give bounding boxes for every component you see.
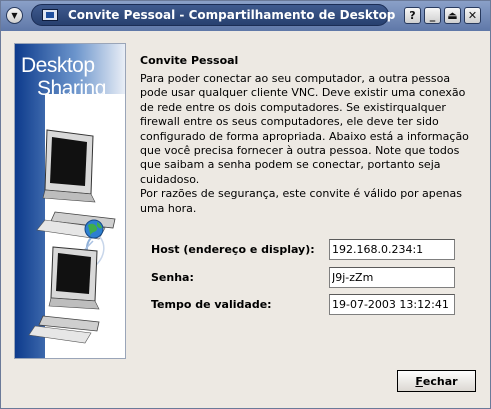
title-bar[interactable]: ▼ Convite Pessoal - Compartilhamento de … bbox=[1, 1, 490, 31]
close-button-mnemonic: F bbox=[415, 374, 423, 388]
description-paragraph: Para poder conectar ao seu computador, a… bbox=[140, 72, 469, 186]
password-label: Senha: bbox=[151, 271, 194, 284]
invitation-description: Para poder conectar ao seu computador, a… bbox=[140, 72, 470, 216]
help-button[interactable]: ? bbox=[404, 7, 421, 24]
dialog-window: ▼ Convite Pessoal - Compartilhamento de … bbox=[0, 0, 491, 409]
validity-label: Tempo de validade: bbox=[151, 298, 272, 311]
host-field[interactable] bbox=[329, 239, 455, 260]
window-title: Convite Pessoal - Compartilhamento de De… bbox=[68, 8, 396, 22]
computer-icon-top bbox=[36, 129, 116, 240]
host-label: Host (endereço e display): bbox=[151, 243, 315, 256]
computer-icon-bottom bbox=[28, 246, 100, 344]
close-window-button[interactable]: ✕ bbox=[464, 7, 481, 24]
shade-icon: ⏏ bbox=[447, 9, 458, 22]
security-note: Por razões de segurança, este convite é … bbox=[140, 187, 462, 215]
validity-field[interactable] bbox=[329, 294, 455, 315]
close-button[interactable]: Fechar bbox=[397, 370, 476, 392]
invitation-heading: Convite Pessoal bbox=[140, 54, 239, 67]
chevron-down-icon: ▼ bbox=[11, 11, 18, 20]
shade-button[interactable]: ⏏ bbox=[444, 7, 461, 24]
globe-icon bbox=[84, 219, 104, 239]
title-pill: Convite Pessoal - Compartilhamento de De… bbox=[31, 4, 395, 26]
minimize-button[interactable]: _ bbox=[424, 7, 441, 24]
help-icon: ? bbox=[409, 9, 416, 22]
desktop-sharing-banner: Desktop Sharing bbox=[14, 43, 126, 359]
computers-network-illustration bbox=[28, 129, 116, 344]
close-icon: ✕ bbox=[467, 9, 478, 22]
minimize-icon: _ bbox=[429, 9, 436, 22]
window-menu-button[interactable]: ▼ bbox=[6, 7, 23, 24]
desktop-sharing-app-icon bbox=[42, 9, 58, 21]
close-button-label: echar bbox=[422, 374, 458, 388]
password-field[interactable] bbox=[329, 267, 455, 288]
